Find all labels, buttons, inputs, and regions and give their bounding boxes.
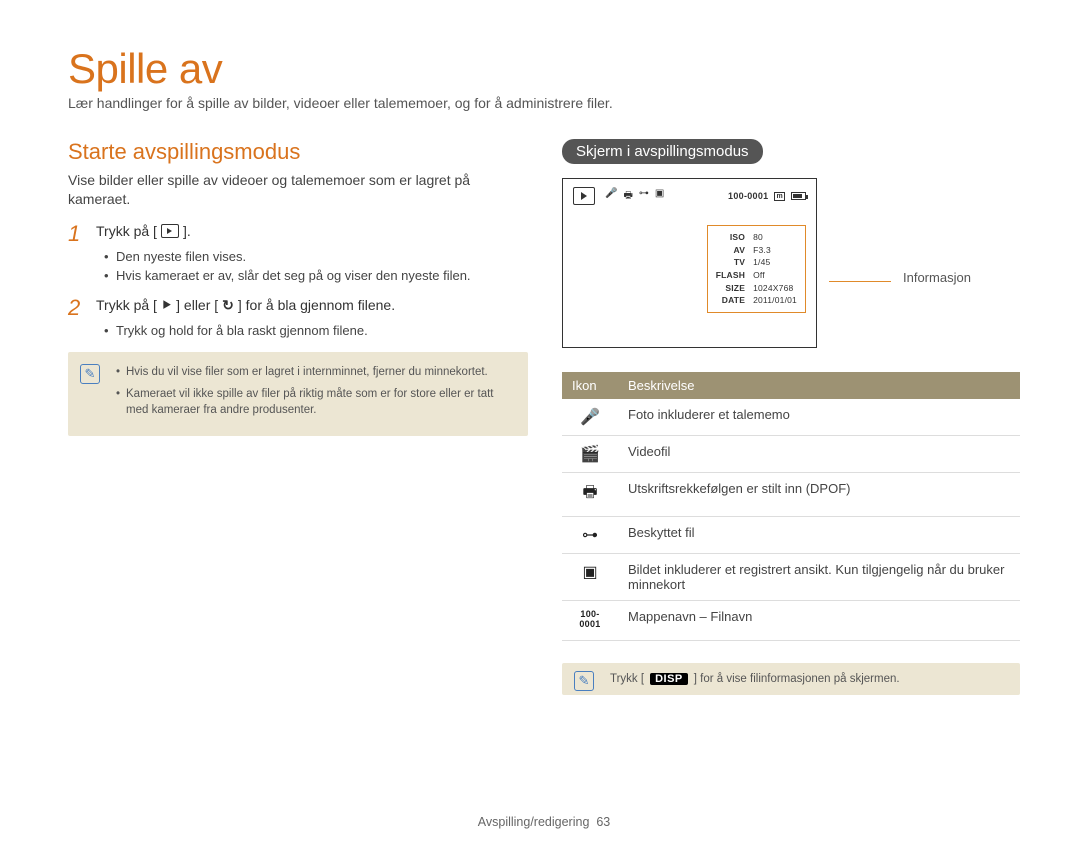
page-subtitle: Lær handlinger for å spille av bilder, v… — [68, 95, 1020, 111]
step-number: 2 — [68, 297, 86, 319]
flash-icon: ⯈ — [161, 297, 172, 314]
timer-icon: ↻ — [222, 297, 234, 314]
callout-line — [829, 281, 891, 282]
printer-icon: 🖶 — [562, 473, 618, 517]
play-icon — [161, 224, 179, 238]
table-desc: Videofil — [618, 436, 1020, 473]
page-title: Spille av — [68, 45, 1020, 93]
section-heading: Starte avspillingsmodus — [68, 139, 528, 165]
footer-page: 63 — [596, 815, 610, 829]
note-text: ] for å vise filinformasjonen på skjerme… — [694, 673, 900, 685]
table-row: 🎬 Videofil — [562, 436, 1020, 473]
footer-section: Avspilling/redigering — [478, 815, 590, 829]
face-icon: ▣ — [655, 188, 664, 205]
table-head-icon: Ikon — [562, 372, 618, 399]
battery-icon — [791, 192, 806, 200]
note-icon: ✎ — [80, 364, 100, 384]
memory-icon: m — [774, 192, 785, 201]
callout-label: Informasjon — [903, 270, 971, 285]
note-item: Hvis du vil vise filer som er lagret i i… — [116, 364, 514, 380]
mic-icon: 🎤 — [605, 188, 617, 205]
screen-top-icons: 🎤 🖶 ⊶ ▣ — [605, 188, 664, 205]
note-text: Trykk [ — [610, 673, 644, 685]
table-row: 🖶 Utskriftsrekkefølgen er stilt inn (DPO… — [562, 473, 1020, 517]
table-desc: Mappenavn – Filnavn — [618, 601, 1020, 641]
disp-button-label: DISP — [650, 673, 688, 685]
table-row: 100-0001 Mappenavn – Filnavn — [562, 601, 1020, 641]
step-text: ] for å bla gjennom filene. — [238, 297, 395, 313]
step-text: ]. — [183, 223, 191, 239]
table-desc: Foto inkluderer et talememo — [618, 399, 1020, 436]
step-number: 1 — [68, 223, 86, 245]
table-desc: Beskyttet fil — [618, 517, 1020, 554]
table-row: ▣ Bildet inkluderer et registrert ansikt… — [562, 554, 1020, 601]
bullet: Den nyeste filen vises. — [104, 249, 528, 264]
step-text: Trykk på [ — [96, 297, 157, 313]
folder-file-label: 100-0001 — [562, 601, 618, 641]
lock-icon: ⊶ — [639, 188, 649, 205]
table-row: 🎤 Foto inkluderer et talememo — [562, 399, 1020, 436]
icon-description-table: Ikon Beskrivelse 🎤 Foto inkluderer et ta… — [562, 372, 1020, 641]
playback-screen: 🎤 🖶 ⊶ ▣ 100-0001 m ISO80 — [562, 178, 817, 348]
note-icon: ✎ — [574, 671, 594, 691]
step-text: ] eller [ — [176, 297, 218, 313]
mic-icon: 🎤 — [562, 399, 618, 436]
note-box: ✎ Hvis du vil vise filer som er lagret i… — [68, 352, 528, 436]
step-1: 1 Trykk på [ ]. — [68, 223, 528, 245]
face-icon: ▣ — [562, 554, 618, 601]
page-footer: Avspilling/redigering 63 — [68, 815, 1020, 829]
step-2: 2 Trykk på [ ⯈ ] eller [ ↻ ] for å bla g… — [68, 297, 528, 319]
table-head-desc: Beskrivelse — [618, 372, 1020, 399]
step-2-bullets: Trykk og hold for å bla raskt gjennom fi… — [104, 323, 528, 338]
play-icon — [573, 187, 595, 205]
bullet: Trykk og hold for å bla raskt gjennom fi… — [104, 323, 528, 338]
section-intro: Vise bilder eller spille av videoer og t… — [68, 171, 528, 209]
table-desc: Bildet inkluderer et registrert ansikt. … — [618, 554, 1020, 601]
step-1-bullets: Den nyeste filen vises. Hvis kameraet er… — [104, 249, 528, 283]
table-row: ⊶ Beskyttet fil — [562, 517, 1020, 554]
note-box: ✎ Trykk [ DISP ] for å vise filinformasj… — [562, 663, 1020, 695]
folder-file-label: 100-0001 — [728, 191, 768, 201]
bullet: Hvis kameraet er av, slår det seg på og … — [104, 268, 528, 283]
video-icon: 🎬 — [562, 436, 618, 473]
lock-icon: ⊶ — [562, 517, 618, 554]
right-heading-pill: Skjerm i avspillingsmodus — [562, 139, 763, 164]
info-box: ISO80 AVF3.3 TV1/45 FLASHOff SIZE1024X76… — [707, 225, 806, 313]
table-desc: Utskriftsrekkefølgen er stilt inn (DPOF) — [618, 473, 1020, 517]
printer-icon: 🖶 — [623, 188, 632, 205]
step-text: Trykk på [ — [96, 223, 157, 239]
note-item: Kameraet vil ikke spille av filer på rik… — [116, 386, 514, 418]
